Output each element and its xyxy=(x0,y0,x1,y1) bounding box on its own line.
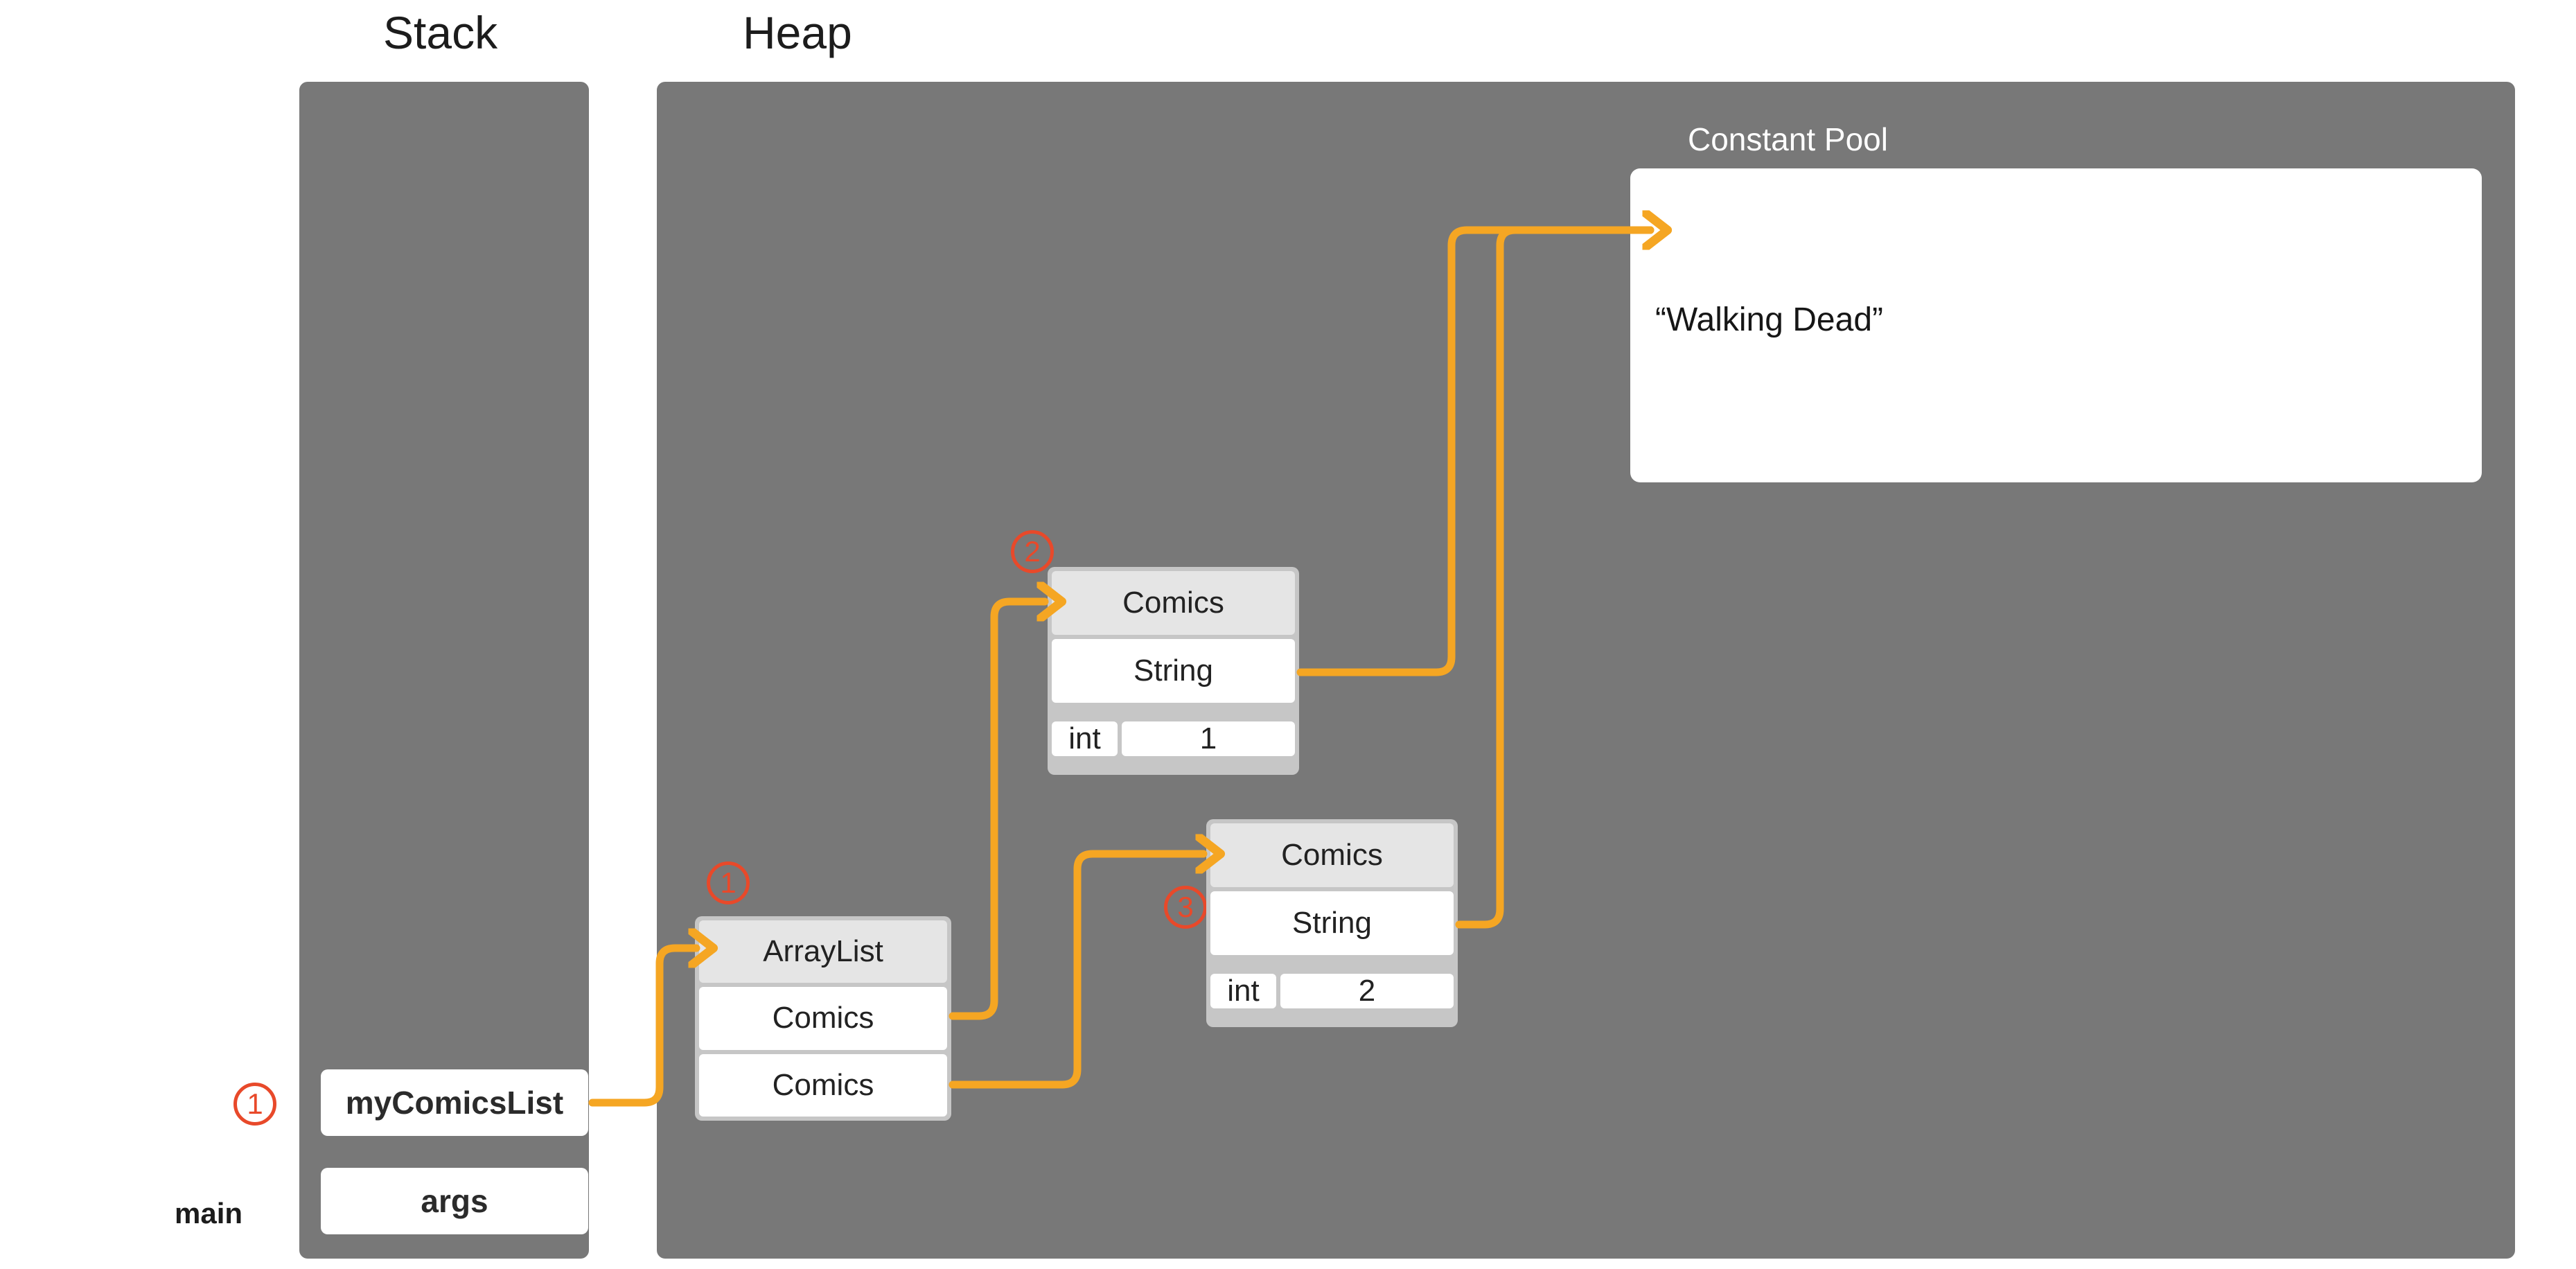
object-type-header: Comics xyxy=(1052,571,1295,635)
object-field-int-type: int xyxy=(1210,974,1276,1008)
constant-pool-box: “Walking Dead” xyxy=(1630,168,2482,482)
heap-region-title: Heap xyxy=(743,7,852,58)
stack-variable-args: args xyxy=(321,1168,588,1234)
object-field-comics-0: Comics xyxy=(699,987,947,1050)
object-field-comics-1: Comics xyxy=(699,1053,947,1117)
object-field-int-type: int xyxy=(1052,721,1118,756)
object-field-string: String xyxy=(1052,639,1295,703)
heap-object-comics-second: Comics String int 2 xyxy=(1206,819,1458,1027)
heap-object-comics-first: Comics String int 1 xyxy=(1048,567,1299,775)
memory-diagram: Stack Heap Constant Pool “Walking Dead” … xyxy=(0,0,2576,1269)
step-marker-arraylist: 1 xyxy=(707,861,750,904)
constant-pool-entry: “Walking Dead” xyxy=(1655,301,1883,338)
stack-frame-label-main: main xyxy=(175,1197,243,1229)
object-field-int-value: 1 xyxy=(1122,721,1295,756)
constant-pool-label: Constant Pool xyxy=(1688,121,1888,157)
object-field-int-row: int 1 xyxy=(1052,707,1295,771)
heap-object-arraylist: ArrayList Comics Comics xyxy=(695,916,951,1121)
step-marker-comics-first: 2 xyxy=(1011,530,1054,573)
object-field-int-row: int 2 xyxy=(1210,959,1454,1023)
object-field-int-value: 2 xyxy=(1280,974,1454,1008)
object-type-header: Comics xyxy=(1210,823,1454,887)
step-marker-comics-second: 3 xyxy=(1164,886,1207,929)
stack-variable-mycomicslist: myComicsList xyxy=(321,1069,588,1136)
stack-region-title: Stack xyxy=(383,7,498,58)
object-field-string: String xyxy=(1210,891,1454,955)
step-marker-stack-variable: 1 xyxy=(233,1083,276,1126)
object-type-header: ArrayList xyxy=(699,920,947,983)
